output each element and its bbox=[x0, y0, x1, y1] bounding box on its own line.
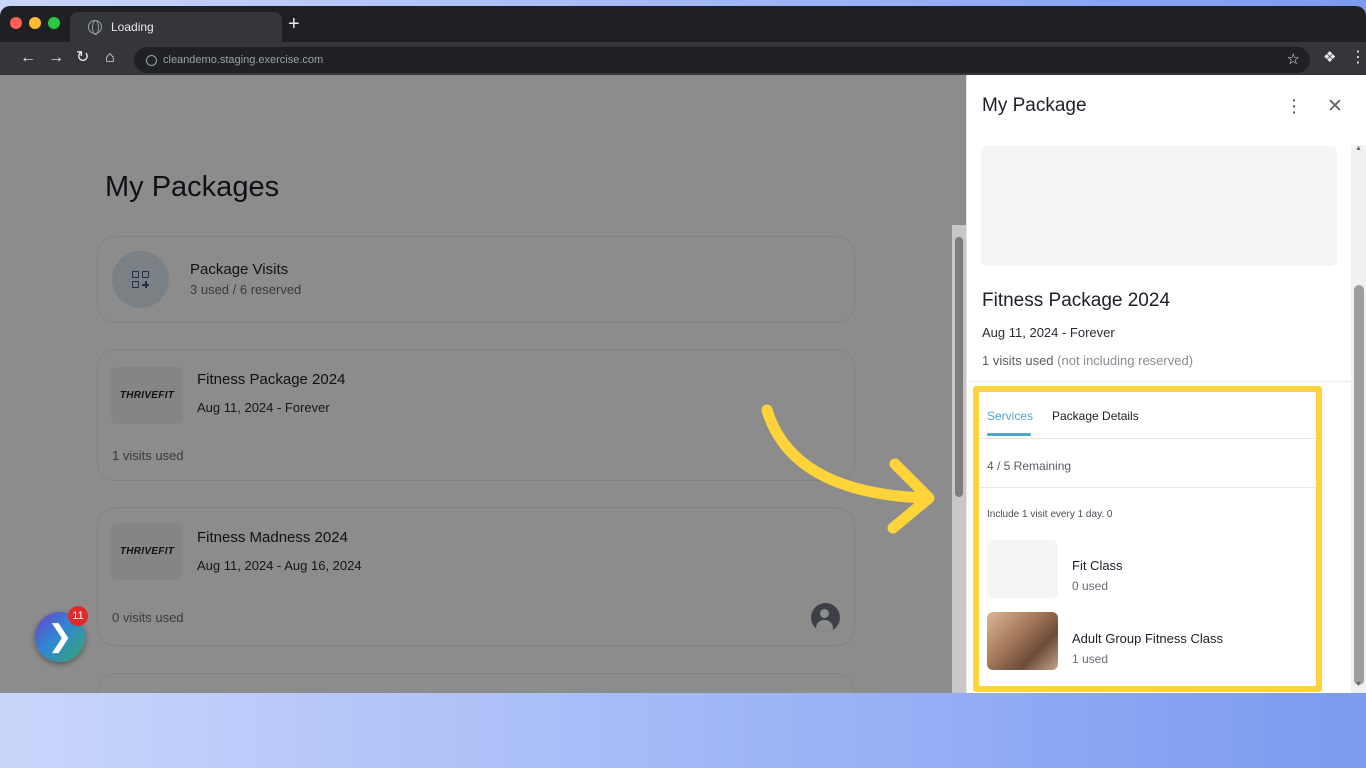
active-tab-indicator bbox=[987, 433, 1031, 436]
browser-tab[interactable]: Loading bbox=[70, 12, 282, 42]
browser-window: Loading + ← → ↻ ⌂ cleandemo.staging.exer… bbox=[0, 6, 1366, 693]
globe-icon bbox=[88, 20, 102, 35]
divider bbox=[979, 487, 1316, 488]
service-title[interactable]: Adult Group Fitness Class bbox=[1072, 631, 1223, 646]
new-tab-button[interactable]: + bbox=[288, 14, 300, 34]
close-window-button[interactable] bbox=[10, 17, 22, 29]
maximize-window-button[interactable] bbox=[48, 17, 60, 29]
visits-used-count: 1 visits used bbox=[982, 353, 1054, 368]
reload-icon[interactable]: ↻ bbox=[76, 48, 89, 68]
panel-package-dates: Aug 11, 2024 - Forever bbox=[982, 325, 1115, 340]
panel-scrollbar[interactable]: ▲ ▼ bbox=[1351, 145, 1366, 693]
modal-backdrop[interactable] bbox=[0, 75, 966, 693]
extensions-icon[interactable]: ❖ bbox=[1323, 48, 1336, 66]
scroll-up-icon[interactable]: ▲ bbox=[1355, 145, 1362, 152]
service-title[interactable]: Fit Class bbox=[1072, 558, 1123, 573]
panel-package-title: Fitness Package 2024 bbox=[982, 290, 1171, 311]
divider bbox=[967, 381, 1351, 382]
forward-arrow-icon[interactable]: → bbox=[48, 48, 64, 68]
scroll-down-icon[interactable]: ▼ bbox=[1355, 681, 1362, 688]
tab-title: Loading bbox=[111, 20, 154, 34]
title-bar: Loading + bbox=[0, 6, 1366, 42]
include-visits-text: Include 1 visit every 1 day. 0 bbox=[987, 509, 1113, 520]
page-content: My Packages Package Visits 3 used / 6 re… bbox=[0, 75, 1366, 693]
callout-arrow-icon bbox=[761, 404, 935, 534]
notification-badge: 11 bbox=[68, 606, 88, 626]
more-options-icon[interactable]: ⋮ bbox=[1285, 96, 1303, 117]
package-image-placeholder bbox=[981, 146, 1337, 266]
browser-menu-icon[interactable]: ⋮ bbox=[1350, 47, 1366, 67]
service-used: 1 used bbox=[1072, 652, 1109, 666]
tab-package-details[interactable]: Package Details bbox=[1052, 409, 1139, 423]
panel-title: My Package bbox=[982, 95, 1087, 116]
service-used: 0 used bbox=[1072, 579, 1109, 593]
package-side-panel: My Package ⋮ ✕ Fitness Package 2024 Aug … bbox=[966, 75, 1366, 693]
minimize-window-button[interactable] bbox=[29, 17, 41, 29]
home-icon[interactable]: ⌂ bbox=[105, 48, 115, 68]
remaining-count: 4 / 5 Remaining bbox=[987, 459, 1072, 473]
visits-note: (not including reserved) bbox=[1057, 353, 1194, 368]
fit-class-thumbnail bbox=[987, 540, 1058, 598]
close-icon[interactable]: ✕ bbox=[1327, 95, 1343, 118]
site-info-icon[interactable] bbox=[146, 54, 157, 66]
page-scrollbar-thumb[interactable] bbox=[955, 237, 963, 497]
url-text: cleandemo.staging.exercise.com bbox=[163, 54, 324, 66]
bookmark-star-icon[interactable]: ☆ bbox=[1287, 50, 1300, 68]
tab-services[interactable]: Services bbox=[987, 409, 1033, 423]
page-scrollbar[interactable] bbox=[952, 225, 966, 693]
services-highlight-box: Services Package Details 4 / 5 Remaining… bbox=[973, 386, 1322, 692]
panel-tabs: Services Package Details bbox=[979, 392, 1316, 439]
address-bar[interactable]: cleandemo.staging.exercise.com ☆ bbox=[134, 47, 1310, 73]
panel-visits-used: 1 visits used (not including reserved) bbox=[982, 353, 1193, 368]
chevron-logo-icon: ❯ bbox=[47, 620, 73, 653]
back-arrow-icon[interactable]: ← bbox=[20, 48, 36, 68]
browser-toolbar: ← → ↻ ⌂ cleandemo.staging.exercise.com ☆… bbox=[0, 42, 1366, 75]
panel-scrollbar-thumb[interactable] bbox=[1354, 285, 1364, 685]
adult-group-fitness-photo bbox=[987, 612, 1058, 670]
